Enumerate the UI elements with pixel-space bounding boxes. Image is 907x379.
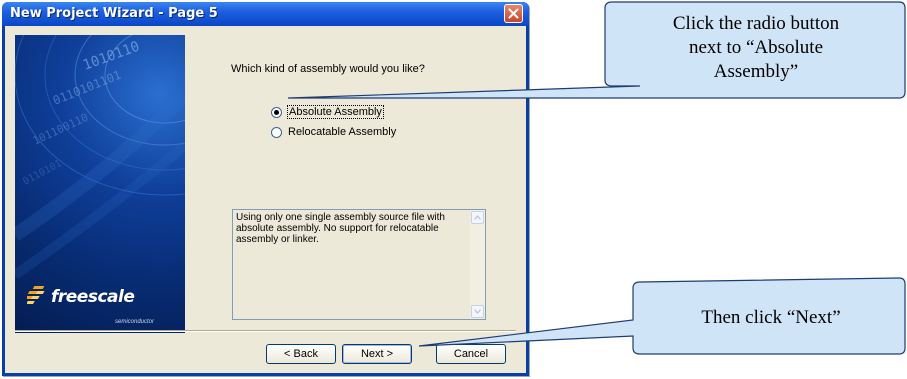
- callout-top-text: Click the radio button next to “Absolute…: [612, 12, 900, 84]
- callout-top-line1: Click the radio button: [672, 13, 840, 34]
- callout-bottom-text: Then click “Next”: [701, 307, 841, 328]
- callout-top-line3: Assembly”: [713, 61, 799, 82]
- callout-top-line2: next to “Absolute: [688, 37, 824, 58]
